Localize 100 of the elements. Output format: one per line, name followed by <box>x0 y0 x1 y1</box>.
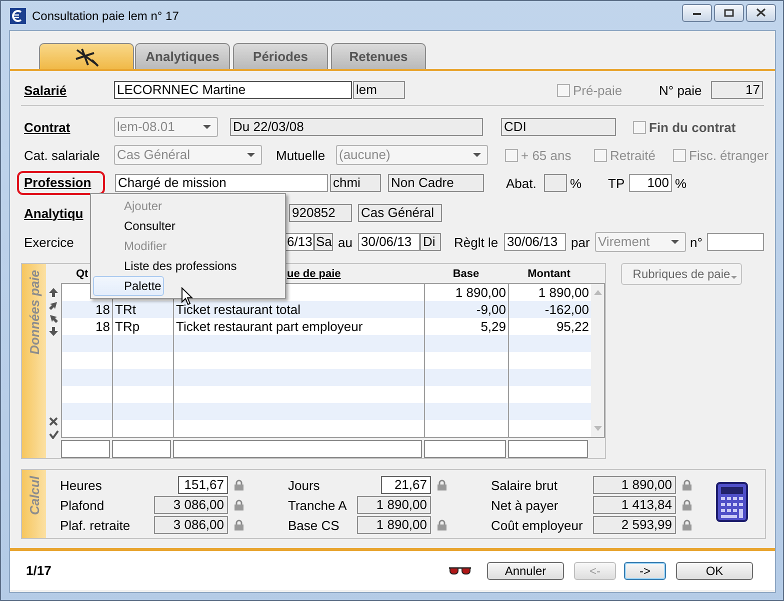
calc-value-field: 1 413,84 <box>593 496 676 514</box>
menu-item[interactable]: Consulter <box>93 216 283 236</box>
scrollbar[interactable] <box>591 284 604 437</box>
column-header: Base <box>452 268 480 280</box>
caret-icon <box>671 240 679 245</box>
analytic-code-field: 920852 <box>289 204 352 222</box>
arrow-up-right-icon <box>49 301 58 310</box>
input-field[interactable] <box>508 440 588 458</box>
delete-icon <box>49 417 58 426</box>
menu-item[interactable]: Palette <box>93 276 164 296</box>
payment-date-field[interactable]: 30/06/13 <box>504 233 566 251</box>
contract-type-field: CDI <box>501 118 616 136</box>
record-position: 1/17 <box>26 563 52 578</box>
icon-tab[interactable] <box>39 43 134 69</box>
caret-icon <box>731 276 737 280</box>
profession-code-field: chmi <box>330 174 381 192</box>
glasses-icon[interactable] <box>448 566 472 576</box>
calc-value-field: 3 086,00 <box>154 516 228 534</box>
calc-value-field[interactable]: 21,67 <box>381 476 431 494</box>
caret-icon <box>247 153 255 158</box>
exercice-label: Exercice <box>24 234 75 250</box>
table-cell-text: 95,22 <box>555 318 590 335</box>
close-button[interactable] <box>746 4 776 22</box>
pay-number-label: N° paie <box>659 82 703 98</box>
number-field[interactable] <box>707 233 764 251</box>
contract-period-field: Du 22/03/08 <box>230 118 483 136</box>
calc-label: Net à payer <box>491 498 560 512</box>
salarie-label: Salarié <box>24 82 68 98</box>
window-title: Consultation paie lem n° 17 <box>32 8 179 22</box>
scroll-down-icon <box>594 426 602 431</box>
calc-label: Tranche A <box>288 498 348 512</box>
footer-button[interactable]: Annuler <box>487 562 564 580</box>
footer-button[interactable]: -> <box>624 562 666 580</box>
donnees-paie-label: Données paie <box>26 270 42 355</box>
calc-label: Plafond <box>60 498 106 512</box>
arrow-up-icon <box>49 288 58 297</box>
calc-value-field[interactable]: 151,67 <box>178 476 228 494</box>
caret-icon <box>473 153 481 158</box>
footer-button[interactable]: OK <box>676 562 753 580</box>
caret-icon <box>203 125 211 130</box>
end-of-contract-checkbox[interactable]: Fin du contrat <box>633 120 736 134</box>
number-label: n° <box>690 234 704 250</box>
calc-label: Plaf. retraite <box>60 518 132 532</box>
profession-field[interactable]: Chargé de mission <box>115 174 328 192</box>
abat-field[interactable] <box>544 174 567 192</box>
tab[interactable]: Périodes <box>233 43 328 69</box>
app-icon <box>10 8 26 24</box>
end-day-field: Di <box>420 233 441 251</box>
start-date-field[interactable]: 6/13 <box>285 233 314 251</box>
calc-label: Base CS <box>288 518 340 532</box>
percent-label: % <box>570 176 583 190</box>
tp-field[interactable]: 100 <box>629 174 672 192</box>
menu-item[interactable]: Liste des professions <box>93 256 283 276</box>
input-field[interactable] <box>112 440 171 458</box>
rubriques-button[interactable]: Rubriques de paie <box>621 263 742 285</box>
start-day-field: Sa <box>314 233 333 251</box>
maximize-button[interactable] <box>714 4 744 22</box>
tab[interactable]: Retenues <box>331 43 426 69</box>
par-label: par <box>571 234 591 250</box>
input-field[interactable] <box>424 440 506 458</box>
input-field[interactable] <box>61 440 110 458</box>
calcul-label: Calcul <box>26 476 42 516</box>
maximize-icon <box>724 8 734 16</box>
au-label: au <box>338 234 354 250</box>
calc-label: Coût employeur <box>491 518 584 532</box>
payment-label: Règlt le <box>454 234 500 250</box>
employee-code-field: lem <box>353 81 405 99</box>
status-field: Non Cadre <box>388 174 484 192</box>
arrow-down-left-icon <box>49 314 58 323</box>
end-date-field[interactable]: 30/06/13 <box>358 233 420 251</box>
input-field[interactable] <box>173 440 422 458</box>
calc-value-field: 1 890,00 <box>357 496 431 514</box>
calc-value-field: 2 593,99 <box>593 516 676 534</box>
analytic-category-field: Cas Général <box>358 204 442 222</box>
calc-label: Heures <box>60 478 103 492</box>
check-icon <box>48 430 58 439</box>
deckchair-icon <box>74 46 100 66</box>
mutuelle-label: Mutuelle <box>276 148 326 162</box>
calc-value-field: 1 890,00 <box>357 516 431 534</box>
tab[interactable]: Analytiques <box>135 43 230 69</box>
table-cell-text: -162,00 <box>544 301 590 318</box>
pay-number-field: 17 <box>711 81 763 99</box>
calc-value-field: 1 890,00 <box>593 476 676 494</box>
category-label: Cat. salariale <box>24 148 101 162</box>
column-header: ue de paie <box>287 268 341 280</box>
calc-value-field: 3 086,00 <box>154 496 228 514</box>
column-header: Montant <box>526 268 572 280</box>
scroll-up-icon <box>594 290 602 295</box>
contrat-label: Contrat <box>24 120 72 134</box>
close-icon <box>756 8 766 17</box>
percent-label: % <box>675 176 687 190</box>
abat-label: Abat. <box>506 176 538 190</box>
column-header: Qt <box>75 268 90 280</box>
analytique-label: Analytiqu <box>24 206 84 220</box>
calc-label: Jours <box>288 478 321 492</box>
minimize-button[interactable] <box>682 4 712 22</box>
calculator-icon[interactable] <box>716 482 748 522</box>
employee-name-field[interactable]: LECORNNEC Martine <box>114 81 352 99</box>
table-cell-text: 1 890,00 <box>537 284 590 301</box>
tp-label: TP <box>608 176 626 190</box>
